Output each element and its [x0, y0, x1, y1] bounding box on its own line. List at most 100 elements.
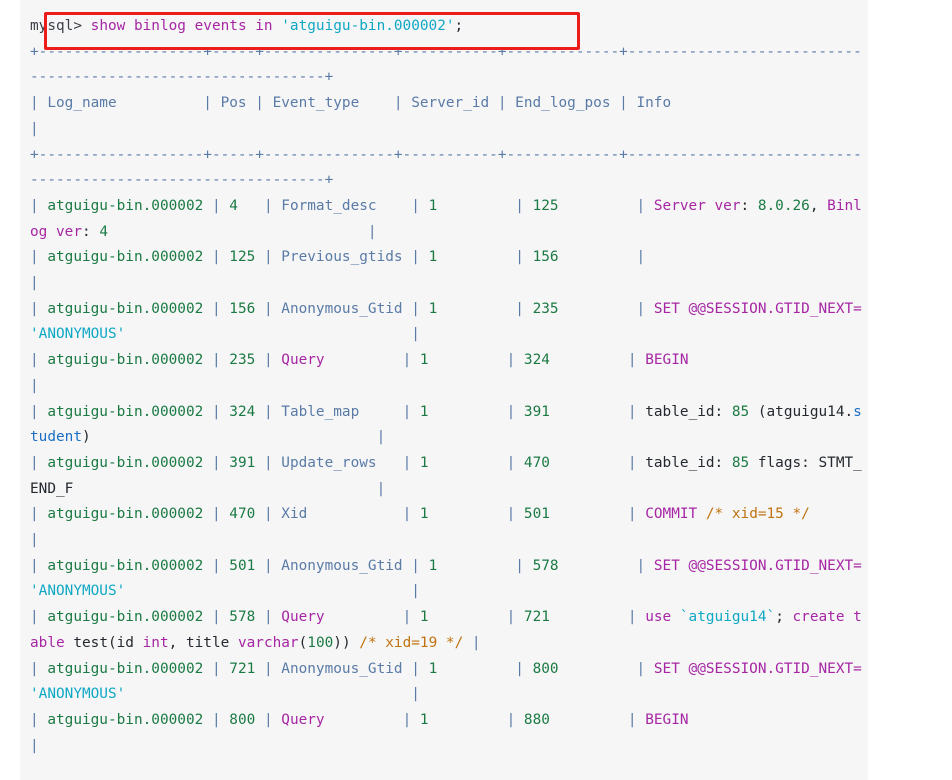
- terminal-line-row-11: | atguigu-bin.000002 | 800 | Query | 1 |…: [30, 708, 868, 759]
- token-tbl: |: [437, 197, 533, 214]
- token-tbl: |: [30, 506, 48, 523]
- token-tbl: |: [558, 249, 646, 266]
- token-tbl: |: [549, 506, 646, 523]
- token-tbl: |: [558, 197, 654, 214]
- token-num: 578: [229, 609, 256, 626]
- token-tbl: Previous_gtids: [281, 249, 403, 266]
- token-tbl: |: [549, 352, 646, 369]
- token-num: atguigu-bin.000002: [47, 609, 204, 626]
- token-tbl: |: [549, 609, 646, 626]
- binlog-events-output[interactable]: mysql> show binlog events in 'atguigu-bi…: [20, 0, 868, 759]
- token-num: atguigu-bin.000002: [47, 506, 204, 523]
- token-num: 1: [428, 249, 438, 266]
- token-num: atguigu-bin.000002: [47, 403, 204, 420]
- token-num: atguigu-bin.000002: [47, 300, 204, 317]
- token-num: 100: [307, 634, 334, 651]
- token-tbl: |: [203, 506, 230, 523]
- token-tbl: |: [125, 583, 420, 600]
- token-num: 4: [229, 197, 238, 214]
- token-num: 1: [428, 197, 438, 214]
- token-num: 578: [532, 557, 559, 574]
- token-kw: int: [142, 634, 169, 651]
- token-tbl: |: [125, 326, 420, 343]
- terminal-code-block: mysql> show binlog events in 'atguigu-bi…: [20, 0, 868, 780]
- token-num: atguigu-bin.000002: [47, 249, 204, 266]
- token-num: 235: [229, 352, 256, 369]
- token-tbl: |: [437, 300, 533, 317]
- token-str: 'ANONYMOUS': [30, 326, 126, 343]
- token-tbl: |: [30, 660, 48, 677]
- token-tbl: |: [203, 454, 230, 471]
- token-tbl: |: [402, 249, 429, 266]
- token-tbl: Anonymous_Gtid: [281, 660, 403, 677]
- token-tbl: |: [203, 557, 230, 574]
- terminal-line-row-1: | atguigu-bin.000002 | 4 | Format_desc |…: [30, 194, 868, 245]
- token-kw: Query: [281, 711, 325, 728]
- token-num: 4: [99, 223, 108, 240]
- token-num: 391: [523, 403, 550, 420]
- token-tbl: |: [203, 300, 230, 317]
- token-tbl: |: [255, 711, 282, 728]
- token-num: 880: [523, 711, 550, 728]
- token-tbl: |: [324, 352, 420, 369]
- token-kw: BEGIN: [645, 711, 689, 728]
- token-tbl: |: [402, 300, 429, 317]
- token-tbl: |: [402, 660, 429, 677]
- token-tbl: |: [428, 454, 524, 471]
- token-com: /* xid=19 */: [359, 634, 464, 651]
- token-kw: COMMIT: [645, 506, 706, 523]
- token-num: 1: [419, 352, 429, 369]
- token-tbl: |: [402, 557, 429, 574]
- token-tbl: |: [203, 711, 230, 728]
- token-tbl: |: [30, 454, 48, 471]
- token-str: `atguigu14`: [679, 609, 776, 626]
- terminal-line-row-8: | atguigu-bin.000002 | 501 | Anonymous_G…: [30, 554, 868, 605]
- token-num: 156: [532, 249, 559, 266]
- token-num: 1: [419, 454, 429, 471]
- token-tbl: |: [255, 506, 282, 523]
- token-tbl: |: [237, 197, 282, 214]
- token-tbl: |: [549, 454, 646, 471]
- token-tbl: |: [30, 557, 48, 574]
- token-plain: (: [298, 634, 308, 651]
- token-tbl: |: [90, 429, 386, 446]
- token-str: 'atguigu-bin.000002': [281, 18, 455, 34]
- token-tbl: |: [107, 223, 377, 240]
- token-tbl: Xid: [281, 506, 308, 523]
- terminal-line-row-6: | atguigu-bin.000002 | 391 | Update_rows…: [30, 451, 868, 502]
- token-tbl: |: [549, 403, 646, 420]
- token-num: 85: [731, 403, 750, 420]
- token-num: atguigu-bin.000002: [47, 711, 204, 728]
- token-plain: table_id:: [645, 403, 732, 420]
- token-kw: Query: [281, 609, 325, 626]
- token-num: atguigu-bin.000002: [47, 454, 204, 471]
- token-str: 'ANONYMOUS': [30, 583, 126, 600]
- token-tbl: |: [255, 352, 282, 369]
- token-plain: , title: [168, 634, 238, 651]
- token-tbl: |: [558, 660, 654, 677]
- token-num: 721: [229, 660, 256, 677]
- token-tbl: |: [428, 609, 524, 626]
- token-kw: SET @@SESSION.GTID_NEXT=: [653, 557, 871, 574]
- token-tbl: |: [125, 686, 420, 703]
- token-tbl: |: [73, 480, 386, 497]
- token-tbl: |: [203, 352, 230, 369]
- token-num: 470: [523, 454, 550, 471]
- terminal-line-row-4: | atguigu-bin.000002 | 235 | Query | 1 |…: [30, 348, 868, 399]
- token-tbl: |: [324, 609, 420, 626]
- token-tbl: |: [30, 352, 48, 369]
- token-plain: table_id:: [645, 454, 732, 471]
- token-num: 1: [428, 660, 438, 677]
- token-kw: show binlog events in: [90, 18, 282, 34]
- token-num: 1: [419, 403, 429, 420]
- token-num: 1: [428, 557, 438, 574]
- terminal-line-row-2: | atguigu-bin.000002 | 125 | Previous_gt…: [30, 245, 868, 296]
- token-num: 235: [532, 300, 559, 317]
- token-tbl: |: [428, 403, 524, 420]
- token-tbl: |: [255, 249, 282, 266]
- token-tbl: |: [558, 557, 654, 574]
- token-tbl: Update_rows: [281, 454, 377, 471]
- token-tbl: | Log_name | Pos | Event_type | Server_i…: [30, 95, 672, 137]
- terminal-line-header: | Log_name | Pos | Event_type | Server_i…: [30, 91, 868, 142]
- token-plain: )): [333, 634, 360, 651]
